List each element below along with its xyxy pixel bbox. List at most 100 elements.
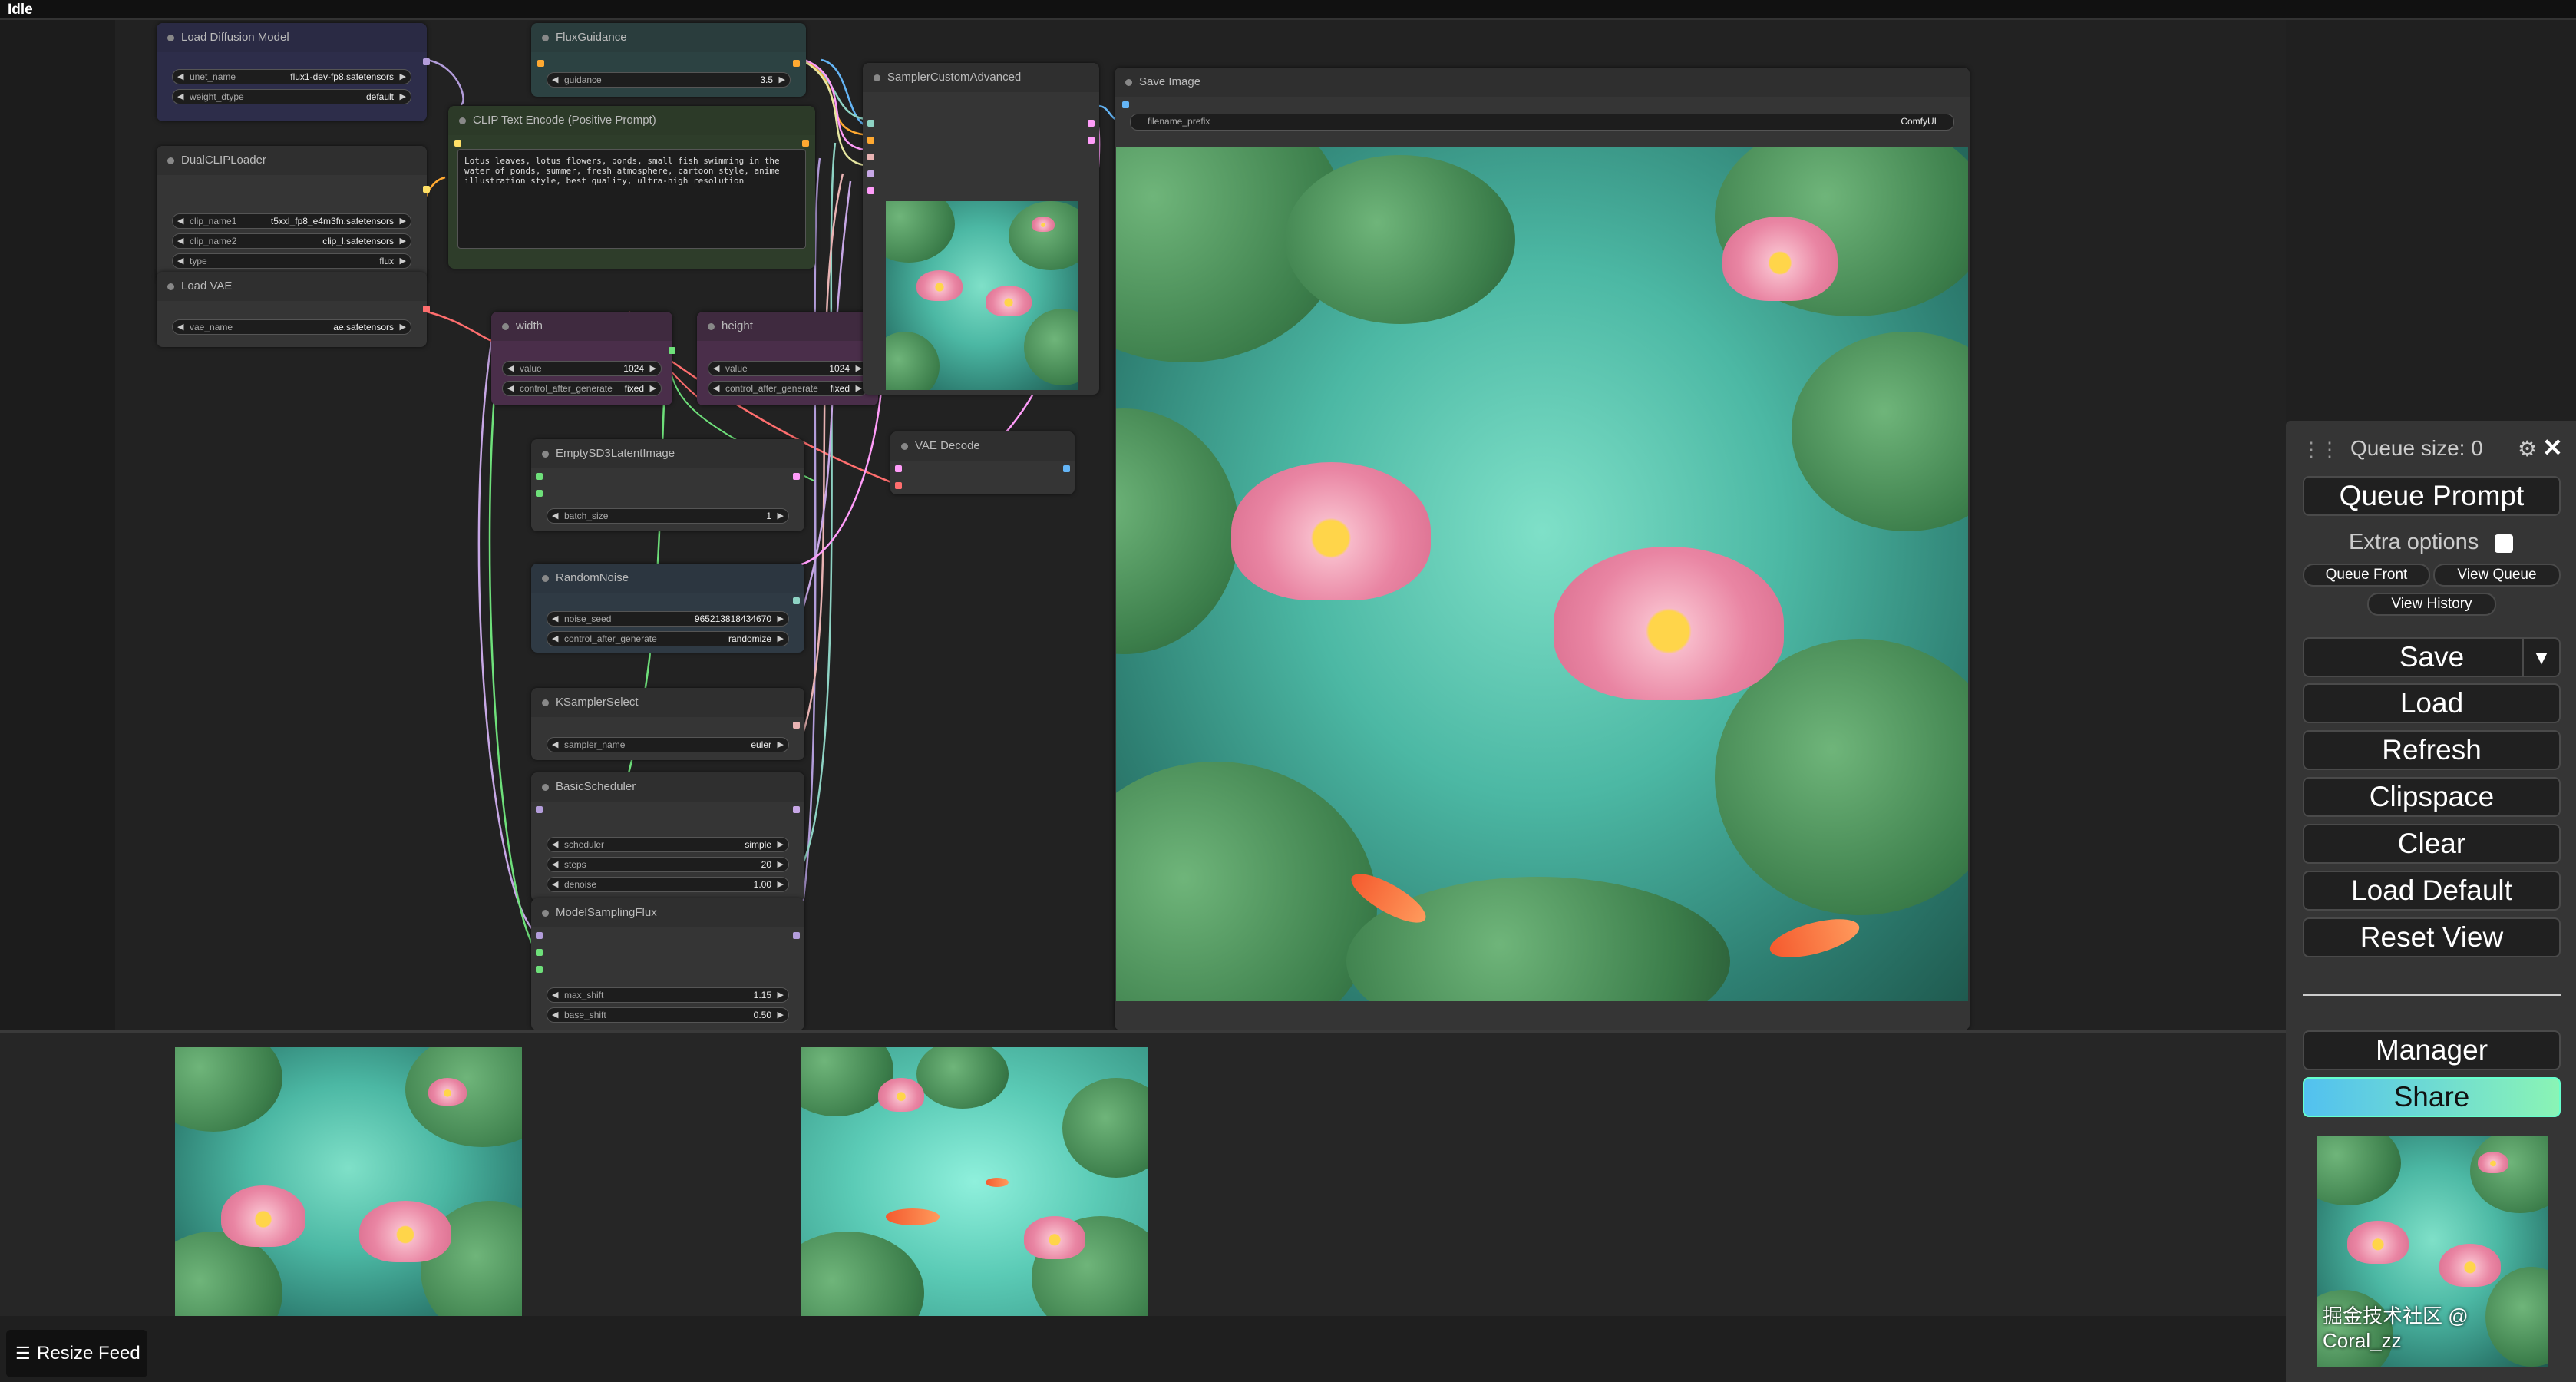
input-slot-model[interactable] [536, 806, 543, 813]
output-slot-sampler[interactable] [793, 722, 800, 729]
input-slot-model[interactable] [536, 932, 543, 939]
widget-batch-size[interactable]: ◀ batch_size 1 ▶ [547, 508, 789, 524]
share-button[interactable]: Share [2303, 1077, 2561, 1117]
output-slot-clip[interactable] [423, 186, 430, 193]
node-title[interactable]: height [697, 312, 878, 341]
node-dual-clip-loader[interactable]: DualCLIPLoader ◀ clip_name1 t5xxl_fp8_e4… [157, 146, 430, 281]
widget-noise-control[interactable]: ◀ control_after_generate randomize ▶ [547, 631, 789, 646]
output-slot-latent[interactable] [1088, 120, 1095, 127]
node-title[interactable]: Load Diffusion Model [157, 23, 427, 52]
widget-height-value[interactable]: ◀ value 1024 ▶ [708, 361, 867, 376]
output-slot-noise[interactable] [793, 597, 800, 604]
increment-arrow-icon[interactable]: ▶ [778, 1010, 784, 1020]
increment-arrow-icon[interactable]: ▶ [400, 256, 406, 266]
output-slot-sigmas[interactable] [793, 806, 800, 813]
node-load-vae[interactable]: Load VAE ◀ vae_name ae.safetensors ▶ [157, 272, 430, 347]
node-vae-decode[interactable]: VAE Decode [890, 431, 1075, 494]
increment-arrow-icon[interactable]: ▶ [778, 613, 784, 623]
decrement-arrow-icon[interactable]: ◀ [552, 859, 558, 869]
input-slot-sampler[interactable] [867, 154, 874, 160]
drag-handle-icon[interactable]: ⋮⋮ [2301, 438, 2340, 461]
increment-arrow-icon[interactable]: ▶ [778, 990, 784, 1000]
manager-button[interactable]: Manager [2303, 1030, 2561, 1070]
node-title[interactable]: SamplerCustomAdvanced [863, 63, 1099, 92]
input-slot-samples[interactable] [895, 465, 902, 472]
decrement-arrow-icon[interactable]: ◀ [552, 739, 558, 749]
input-slot-noise[interactable] [867, 120, 874, 127]
decrement-arrow-icon[interactable]: ◀ [552, 74, 558, 84]
gear-icon[interactable]: ⚙ [2518, 436, 2537, 461]
widget-clip-name2[interactable]: ◀ clip_name2 clip_l.safetensors ▶ [172, 233, 411, 249]
widget-steps[interactable]: ◀ steps 20 ▶ [547, 857, 789, 872]
save-dropdown-icon[interactable]: ▼ [2522, 639, 2559, 676]
node-clip-text-encode[interactable]: CLIP Text Encode (Positive Prompt) Lotus… [448, 106, 815, 269]
decrement-arrow-icon[interactable]: ◀ [552, 511, 558, 521]
node-random-noise[interactable]: RandomNoise ◀ noise_seed 965213818434670… [531, 564, 804, 653]
increment-arrow-icon[interactable]: ▶ [778, 879, 784, 889]
decrement-arrow-icon[interactable]: ◀ [177, 216, 183, 226]
increment-arrow-icon[interactable]: ▶ [650, 383, 656, 393]
node-width[interactable]: width ◀ value 1024 ▶ ◀ control_after_gen… [491, 312, 675, 405]
latest-image-thumbnail[interactable]: 掘金技术社区 @ Coral_zz [2317, 1136, 2548, 1367]
input-slot-height[interactable] [536, 490, 543, 497]
widget-clip-name1[interactable]: ◀ clip_name1 t5xxl_fp8_e4m3fn.safetensor… [172, 213, 411, 229]
decrement-arrow-icon[interactable]: ◀ [507, 363, 514, 373]
node-title[interactable]: ModelSamplingFlux [531, 898, 804, 927]
resize-feed-button[interactable]: ☰ Resize Feed [6, 1330, 147, 1377]
decrement-arrow-icon[interactable]: ◀ [713, 383, 719, 393]
increment-arrow-icon[interactable]: ▶ [400, 91, 406, 101]
decrement-arrow-icon[interactable]: ◀ [177, 91, 183, 101]
feed-image-1[interactable] [175, 1047, 522, 1316]
prompt-textarea[interactable]: Lotus leaves, lotus flowers, ponds, smal… [457, 149, 806, 249]
decrement-arrow-icon[interactable]: ◀ [552, 879, 558, 889]
increment-arrow-icon[interactable]: ▶ [778, 633, 784, 643]
load-button[interactable]: Load [2303, 683, 2561, 723]
increment-arrow-icon[interactable]: ▶ [400, 322, 406, 332]
output-slot-latent[interactable] [793, 473, 800, 480]
increment-arrow-icon[interactable]: ▶ [778, 839, 784, 849]
increment-arrow-icon[interactable]: ▶ [779, 74, 785, 84]
input-slot-images[interactable] [1122, 101, 1129, 108]
decrement-arrow-icon[interactable]: ◀ [177, 236, 183, 246]
clear-button[interactable]: Clear [2303, 824, 2561, 864]
input-slot-conditioning[interactable] [537, 60, 544, 67]
decrement-arrow-icon[interactable]: ◀ [552, 613, 558, 623]
node-basic-scheduler[interactable]: BasicScheduler ◀ scheduler simple ▶ ◀ st… [531, 772, 804, 901]
node-title[interactable]: width [491, 312, 672, 341]
widget-denoise[interactable]: ◀ denoise 1.00 ▶ [547, 877, 789, 892]
node-ksampler-select[interactable]: KSamplerSelect ◀ sampler_name euler ▶ [531, 688, 804, 760]
refresh-button[interactable]: Refresh [2303, 730, 2561, 770]
node-title[interactable]: DualCLIPLoader [157, 146, 427, 175]
input-slot-vae[interactable] [895, 482, 902, 489]
queue-front-button[interactable]: Queue Front [2303, 564, 2430, 587]
decrement-arrow-icon[interactable]: ◀ [552, 1010, 558, 1020]
widget-scheduler[interactable]: ◀ scheduler simple ▶ [547, 837, 789, 852]
decrement-arrow-icon[interactable]: ◀ [177, 322, 183, 332]
widget-filename-prefix[interactable]: filename_prefix ComfyUI [1130, 114, 1954, 131]
increment-arrow-icon[interactable]: ▶ [778, 859, 784, 869]
output-slot-int[interactable] [669, 347, 675, 354]
node-title[interactable]: KSamplerSelect [531, 688, 804, 717]
widget-width-value[interactable]: ◀ value 1024 ▶ [502, 361, 662, 376]
node-sampler-custom-advanced[interactable]: SamplerCustomAdvanced [863, 63, 1099, 395]
decrement-arrow-icon[interactable]: ◀ [552, 633, 558, 643]
save-button[interactable]: Save ▼ [2303, 637, 2561, 677]
input-slot-width[interactable] [536, 949, 543, 956]
node-title[interactable]: Load VAE [157, 272, 427, 301]
increment-arrow-icon[interactable]: ▶ [856, 363, 862, 373]
node-save-image[interactable]: Save Image filename_prefix ComfyUI [1115, 68, 1970, 1030]
queue-prompt-button[interactable]: Queue Prompt [2303, 476, 2561, 516]
input-slot-latent[interactable] [867, 187, 874, 194]
node-title[interactable]: FluxGuidance [531, 23, 806, 52]
decrement-arrow-icon[interactable]: ◀ [552, 839, 558, 849]
node-model-sampling-flux[interactable]: ModelSamplingFlux ◀ max_shift 1.15 ▶ ◀ b… [531, 898, 804, 1030]
increment-arrow-icon[interactable]: ▶ [400, 71, 406, 81]
widget-vae-name[interactable]: ◀ vae_name ae.safetensors ▶ [172, 319, 411, 335]
feed-image-2[interactable] [801, 1047, 1148, 1316]
graph-canvas[interactable]: Load Diffusion Model ◀ unet_name flux1-d… [0, 20, 2286, 1030]
input-slot-clip[interactable] [454, 140, 461, 147]
output-slot-conditioning[interactable] [793, 60, 800, 67]
widget-max-shift[interactable]: ◀ max_shift 1.15 ▶ [547, 987, 789, 1003]
output-slot-model[interactable] [793, 932, 800, 939]
output-slot-vae[interactable] [423, 306, 430, 312]
